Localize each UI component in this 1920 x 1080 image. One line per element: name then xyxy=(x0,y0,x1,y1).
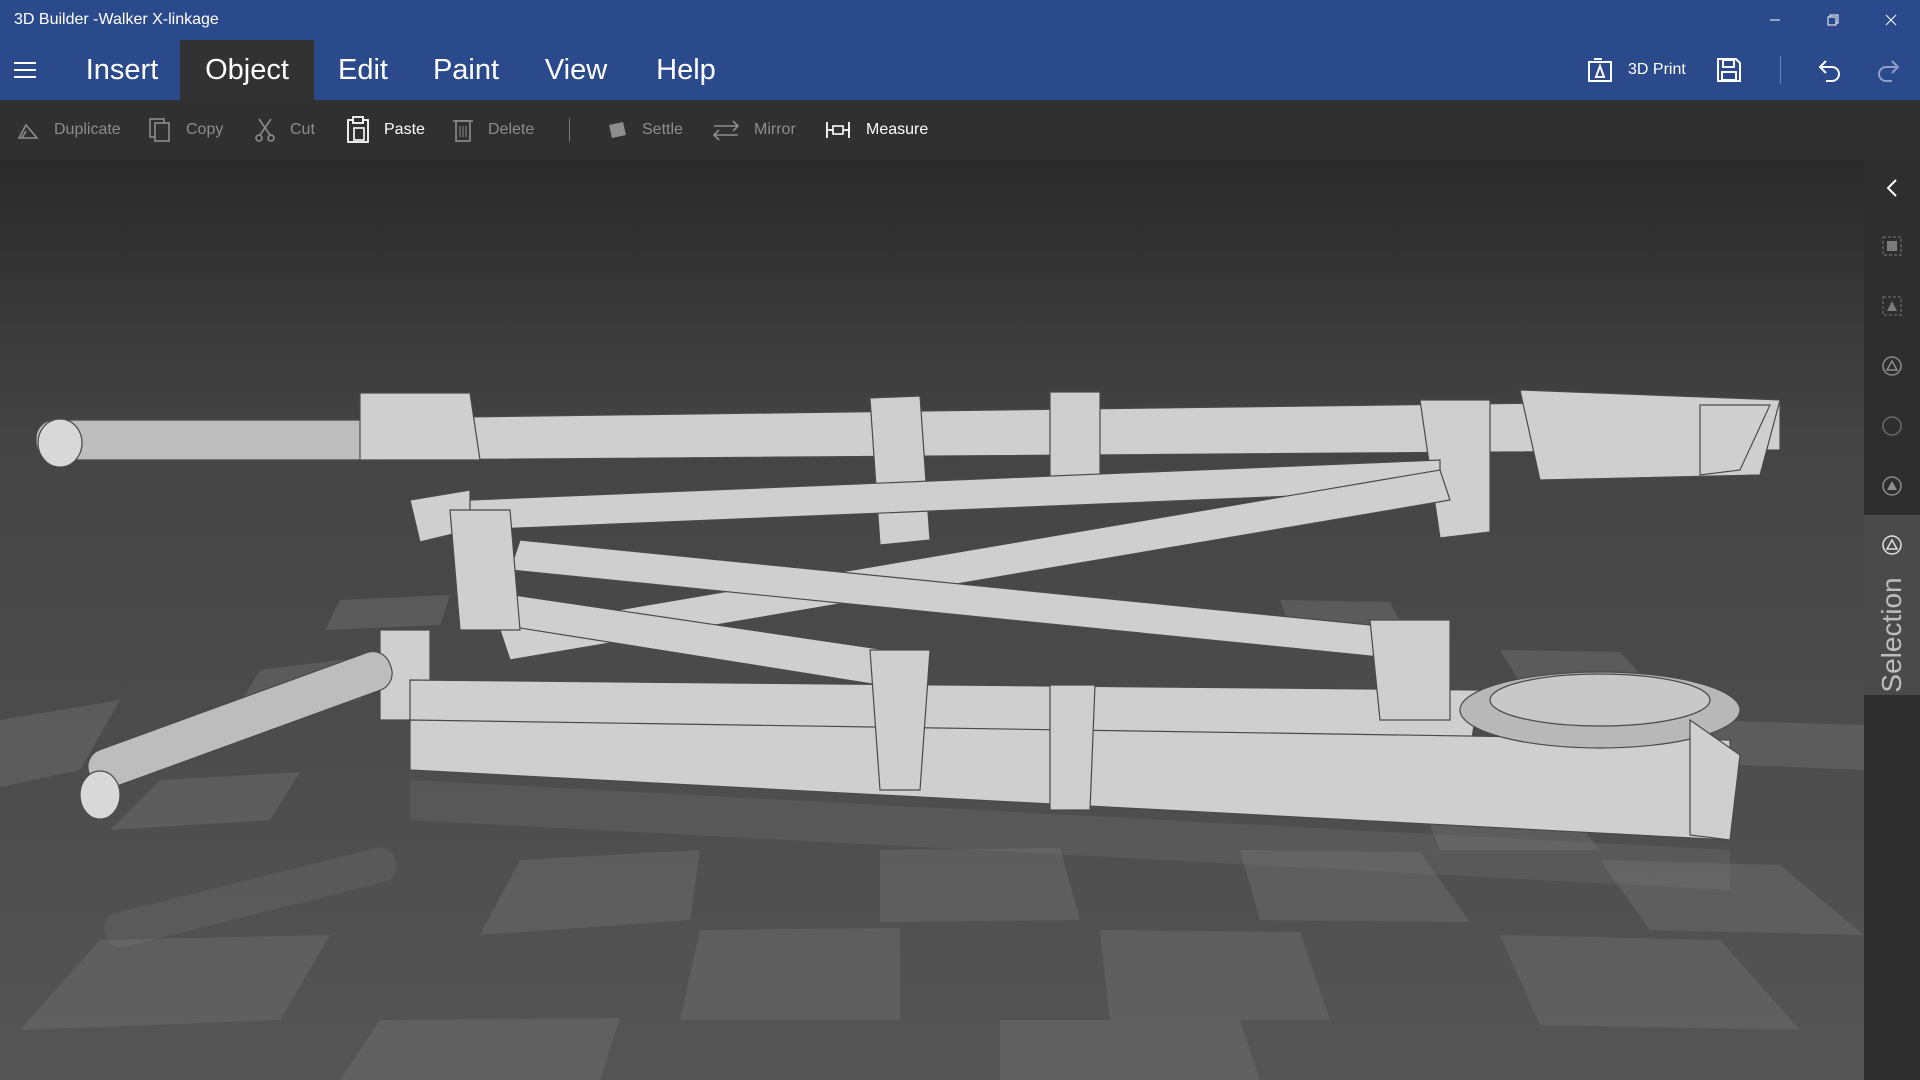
3d-print-button[interactable]: 3D Print xyxy=(1588,40,1686,100)
delete-label: Delete xyxy=(488,121,535,138)
mirror-icon xyxy=(712,120,740,141)
duplicate-label: Duplicate xyxy=(54,121,121,138)
mirror-button[interactable]: Mirror xyxy=(712,100,796,160)
tab-insert[interactable]: Insert xyxy=(66,40,178,100)
cut-button[interactable]: Cut xyxy=(254,100,315,160)
close-button[interactable] xyxy=(1868,0,1914,40)
object-toolbar: Duplicate Copy Cut Paste Delete Settle M… xyxy=(0,100,1920,160)
tab-paint[interactable]: Paint xyxy=(426,40,506,100)
undo-icon xyxy=(1818,60,1840,82)
select-faces-icon xyxy=(1882,296,1902,316)
restore-icon xyxy=(1827,14,1839,26)
3d-viewport[interactable] xyxy=(0,160,1864,1080)
redo-icon xyxy=(1878,60,1900,82)
tab-view[interactable]: View xyxy=(538,40,614,100)
select-objects-button[interactable] xyxy=(1864,226,1920,266)
copy-label: Copy xyxy=(186,121,224,138)
select-edges-button[interactable] xyxy=(1864,346,1920,386)
hamburger-icon[interactable] xyxy=(14,60,36,80)
select-objects-icon xyxy=(1882,236,1902,256)
restore-button[interactable] xyxy=(1810,0,1856,40)
scene-render xyxy=(0,160,1864,1080)
print-3d-icon xyxy=(1588,58,1612,82)
undo-button[interactable] xyxy=(1816,40,1842,100)
ribbon: Insert Object Edit Paint View Help 3D Pr… xyxy=(0,40,1920,100)
select-edges-icon xyxy=(1882,356,1902,376)
collapse-panel-button[interactable] xyxy=(1864,168,1920,208)
select-faces-button[interactable] xyxy=(1864,286,1920,326)
measure-button[interactable]: Measure xyxy=(824,100,928,160)
tab-object[interactable]: Object xyxy=(180,40,314,100)
duplicate-button[interactable]: Duplicate xyxy=(16,100,121,160)
copy-button[interactable]: Copy xyxy=(148,100,223,160)
copy-icon xyxy=(149,118,170,142)
title-bar: 3D Builder -Walker X-linkage xyxy=(0,0,1920,40)
mirror-label: Mirror xyxy=(754,121,796,138)
measure-icon xyxy=(826,122,850,138)
selection-icon xyxy=(1882,535,1902,555)
tab-edit[interactable]: Edit xyxy=(320,40,406,100)
cut-label: Cut xyxy=(290,121,315,138)
minimize-icon xyxy=(1770,19,1780,21)
3d-print-label: 3D Print xyxy=(1628,61,1686,78)
collapse-panel-icon xyxy=(1886,179,1897,197)
toolbar-divider xyxy=(569,118,570,142)
select-circle-icon xyxy=(1882,416,1902,436)
delete-icon xyxy=(453,120,473,142)
settle-button[interactable]: Settle xyxy=(606,100,683,160)
select-vertices-button[interactable] xyxy=(1864,406,1920,446)
minimize-button[interactable] xyxy=(1752,0,1798,40)
paste-label: Paste xyxy=(384,121,425,138)
paste-button[interactable]: Paste xyxy=(346,100,425,160)
redo-button[interactable] xyxy=(1876,40,1902,100)
tab-help[interactable]: Help xyxy=(650,40,722,100)
settle-icon xyxy=(609,122,626,138)
settle-label: Settle xyxy=(642,121,683,138)
cut-icon xyxy=(255,118,275,142)
selection-label: Selection xyxy=(1876,577,1907,693)
window-title: 3D Builder -Walker X-linkage xyxy=(14,11,219,28)
delete-button[interactable]: Delete xyxy=(452,100,534,160)
paste-icon xyxy=(347,116,369,143)
save-button[interactable] xyxy=(1716,40,1742,100)
duplicate-icon xyxy=(17,123,39,139)
measure-label: Measure xyxy=(866,121,929,138)
select-mesh-button[interactable] xyxy=(1864,466,1920,506)
save-icon xyxy=(1717,58,1741,82)
ribbon-divider xyxy=(1780,56,1781,84)
close-icon xyxy=(1885,14,1897,26)
select-mesh-icon xyxy=(1882,476,1902,496)
selection-tab-button[interactable] xyxy=(1864,515,1920,575)
selection-panel-label[interactable]: Selection xyxy=(1864,575,1920,695)
